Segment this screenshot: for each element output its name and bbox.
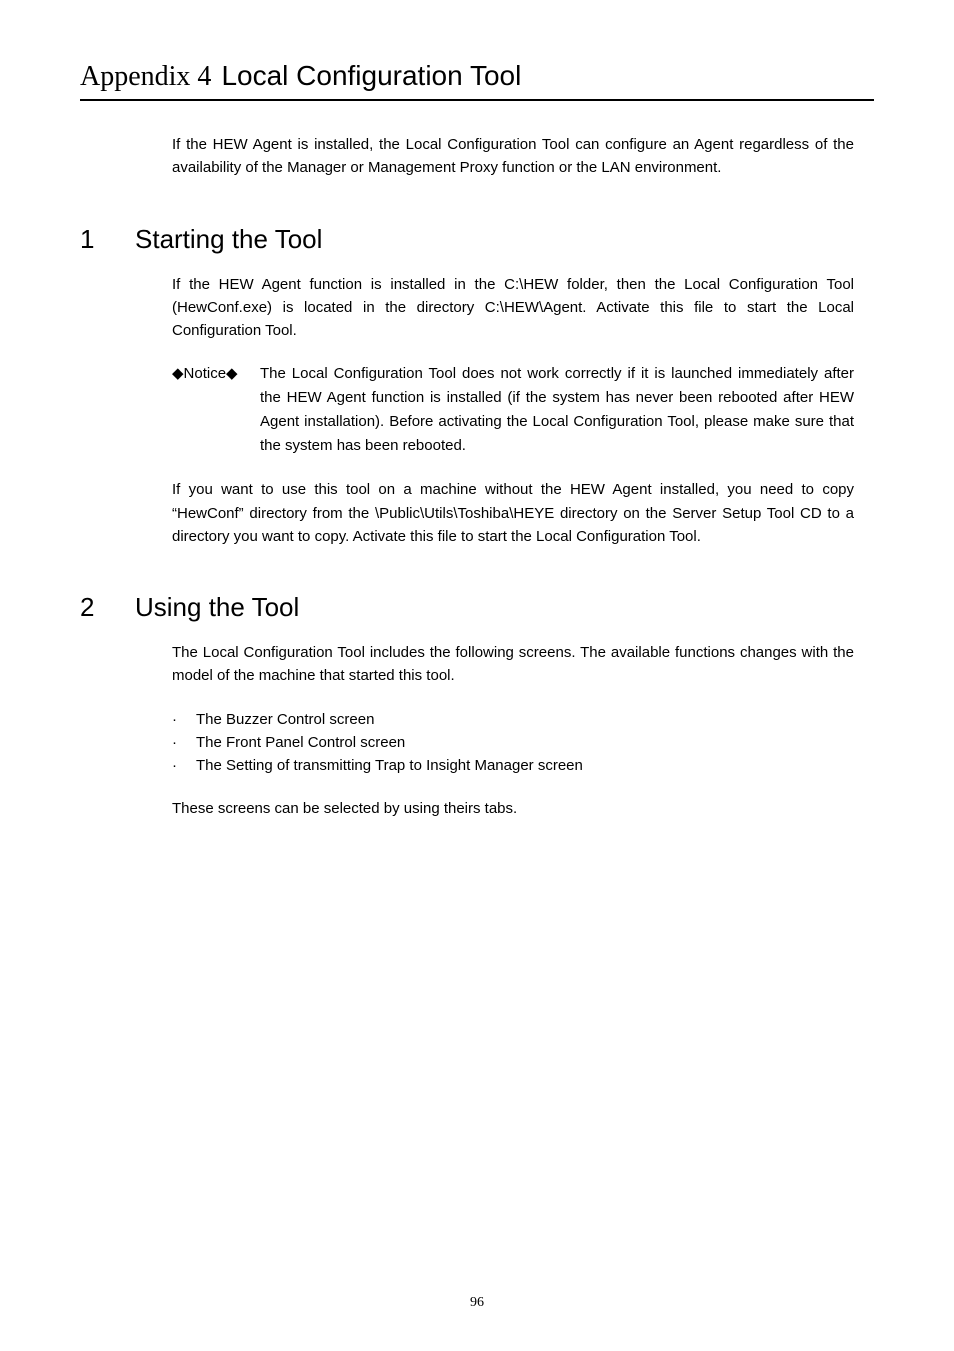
- notice-text: The Local Configuration Tool does not wo…: [260, 362, 854, 458]
- appendix-title: Local Configuration Tool: [221, 60, 521, 92]
- bullet-icon: ·: [172, 708, 196, 731]
- bullet-icon: ·: [172, 754, 196, 777]
- page-number: 96: [0, 1295, 954, 1311]
- section-2-number: 2: [80, 592, 135, 623]
- list-item-text: The Buzzer Control screen: [196, 708, 374, 731]
- title-row: Appendix 4 Local Configuration Tool: [80, 60, 874, 101]
- bullet-icon: ·: [172, 731, 196, 754]
- list-item: · The Buzzer Control screen: [172, 708, 854, 731]
- section-1-title: Starting the Tool: [135, 224, 322, 255]
- list-item-text: The Setting of transmitting Trap to Insi…: [196, 754, 583, 777]
- intro-paragraph: If the HEW Agent is installed, the Local…: [172, 133, 854, 180]
- list-item: · The Setting of transmitting Trap to In…: [172, 754, 854, 777]
- section-1-para-2: If you want to use this tool on a machin…: [172, 478, 854, 548]
- section-1-para-1: If the HEW Agent function is installed i…: [172, 273, 854, 343]
- section-1-number: 1: [80, 224, 135, 255]
- page-content: Appendix 4 Local Configuration Tool If t…: [0, 0, 954, 881]
- section-2-para-2: These screens can be selected by using t…: [172, 797, 854, 820]
- appendix-label: Appendix 4: [80, 61, 211, 93]
- section-2-para-1: The Local Configuration Tool includes th…: [172, 641, 854, 688]
- section-1-heading: 1 Starting the Tool: [80, 224, 874, 255]
- section-2-title: Using the Tool: [135, 592, 299, 623]
- list-item-text: The Front Panel Control screen: [196, 731, 405, 754]
- section-2-heading: 2 Using the Tool: [80, 592, 874, 623]
- list-item: · The Front Panel Control screen: [172, 731, 854, 754]
- notice-label: ◆Notice◆: [172, 362, 260, 458]
- bullet-list: · The Buzzer Control screen · The Front …: [172, 708, 854, 778]
- notice-block: ◆Notice◆ The Local Configuration Tool do…: [172, 362, 854, 458]
